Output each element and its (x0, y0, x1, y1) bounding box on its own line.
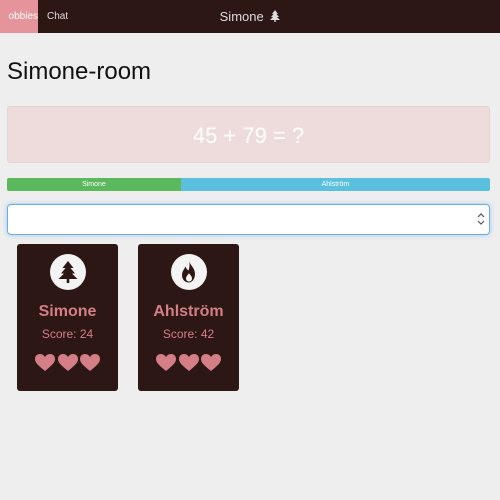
current-user[interactable]: Simone (0, 0, 500, 33)
player-name: Ahlström (153, 303, 224, 320)
player-avatar (50, 254, 86, 290)
heart-icon (57, 354, 78, 377)
player-lives (17, 354, 118, 377)
answer-input[interactable] (7, 204, 490, 235)
question-text: 45 + 79 = ? (192, 123, 305, 148)
heart-icon (178, 354, 199, 377)
question-panel: 45 + 79 = ? (7, 106, 490, 163)
number-spinner[interactable] (477, 212, 485, 226)
top-navbar: obbies Chat Simone (0, 0, 500, 33)
heart-icon (79, 354, 100, 377)
player-card: Simone Score: 24 (17, 244, 118, 391)
player-avatar (171, 254, 207, 290)
player-score: Score: 42 (162, 327, 215, 341)
progress-segment-ahlstrom: Ahlström (180, 178, 490, 191)
tree-icon (270, 1, 281, 34)
page-title: Simone-room (7, 58, 152, 85)
heart-icon (35, 354, 56, 377)
heart-icon (200, 354, 221, 377)
current-user-name: Simone (219, 9, 264, 24)
progress-segment-simone: Simone (7, 178, 181, 191)
player-name: Simone (38, 303, 97, 320)
player-lives (138, 354, 239, 377)
heart-icon (156, 354, 177, 377)
player-score: Score: 24 (41, 327, 94, 341)
score-progress-bar: Simone Ahlström (7, 178, 490, 191)
player-card: Ahlström Score: 42 (138, 244, 239, 391)
